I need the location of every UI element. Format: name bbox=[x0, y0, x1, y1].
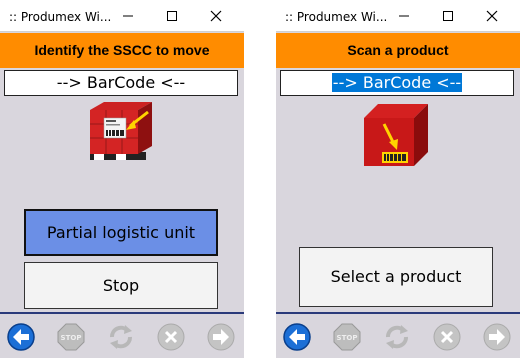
forward-arrow-icon bbox=[483, 323, 511, 351]
pallet-barcode-image bbox=[90, 102, 152, 160]
refresh-icon bbox=[110, 325, 132, 349]
cancel-icon bbox=[433, 323, 461, 351]
stop-button[interactable]: Stop bbox=[24, 262, 218, 309]
minimize-icon[interactable] bbox=[396, 8, 412, 24]
close-icon[interactable] bbox=[484, 8, 500, 24]
maximize-icon[interactable] bbox=[440, 8, 456, 24]
stop-sign-icon: STOP bbox=[57, 323, 85, 351]
bottom-toolbar: STOP bbox=[0, 312, 244, 358]
back-arrow-icon[interactable] bbox=[282, 322, 312, 352]
box-barcode-image bbox=[364, 104, 428, 166]
select-product-button[interactable]: Select a product bbox=[299, 247, 493, 307]
bottom-toolbar: STOP bbox=[276, 312, 520, 358]
window-title: :: Produmex Wi... bbox=[9, 10, 112, 24]
titlebar: :: Produmex Wi... bbox=[276, 0, 520, 32]
select-product-label: Select a product bbox=[330, 267, 462, 286]
stop-sign-icon: STOP bbox=[333, 323, 361, 351]
back-arrow-icon[interactable] bbox=[6, 322, 36, 352]
forward-arrow-icon bbox=[207, 323, 235, 351]
partial-logistic-unit-label: Partial logistic unit bbox=[46, 223, 196, 242]
left-window: :: Produmex Wi... Identify the SSCC to m… bbox=[0, 0, 244, 358]
partial-logistic-unit-button[interactable]: Partial logistic unit bbox=[24, 209, 218, 256]
close-icon[interactable] bbox=[208, 8, 224, 24]
cancel-icon bbox=[157, 323, 185, 351]
stop-label: Stop bbox=[102, 276, 140, 295]
right-window: :: Produmex Wi... Scan a product --> Bar… bbox=[276, 0, 520, 358]
barcode-selected-text: --> BarCode <-- bbox=[331, 73, 463, 92]
titlebar: :: Produmex Wi... bbox=[0, 0, 244, 32]
barcode-input[interactable]: --> BarCode <-- bbox=[4, 70, 238, 96]
page-header: Scan a product bbox=[276, 33, 520, 68]
window-title: :: Produmex Wi... bbox=[285, 10, 388, 24]
page-header: Identify the SSCC to move bbox=[0, 33, 244, 68]
minimize-icon[interactable] bbox=[120, 8, 136, 24]
svg-text:STOP: STOP bbox=[337, 334, 358, 342]
maximize-icon[interactable] bbox=[164, 8, 180, 24]
refresh-icon bbox=[386, 325, 408, 349]
svg-text:STOP: STOP bbox=[61, 334, 82, 342]
barcode-input[interactable]: --> BarCode <-- bbox=[280, 70, 514, 96]
